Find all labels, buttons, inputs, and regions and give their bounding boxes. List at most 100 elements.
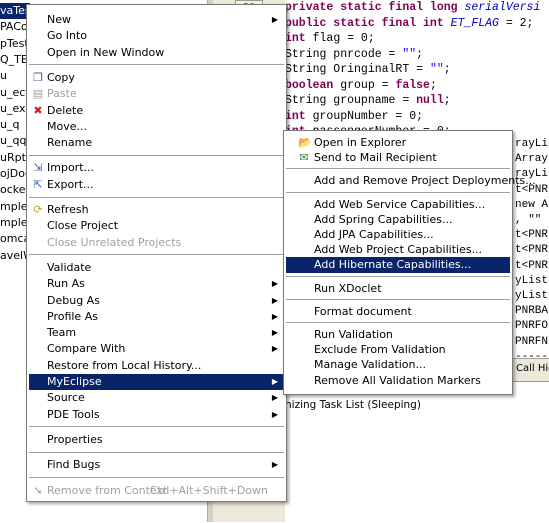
context-menu-item-refresh[interactable]: ⟳ Refresh [29,202,284,218]
code-fragment: PNRFN [515,335,549,348]
code-line: public static final int ET_FLAG = 2; [285,16,534,30]
code-fragment: rayLi [515,138,549,150]
context-menu-item-restore-from-local-history[interactable]: Restore from Local History... [29,358,284,374]
menu-item-label: Add Hibernate Capabilities... [314,258,472,272]
menu-item-label: MyEclipse [47,375,102,388]
submenu-item-send-to-mail-recipient[interactable]: ✉ Send to Mail Recipient [286,150,510,166]
menu-item-label: New [47,13,71,26]
context-menu-item-go-into[interactable]: Go Into [29,28,284,44]
remove-context-icon: ➘ [33,483,43,497]
menu-item-label: Open in New Window [47,45,165,59]
menu-item-label: Run As [47,277,85,291]
submenu-item-add-hibernate-capabilities[interactable]: Add Hibernate Capabilities... [286,257,510,274]
tree-item[interactable]: u_q [0,117,19,133]
context-menu-item-profile-as[interactable]: Profile As ▶ [29,309,284,325]
submenu-item-format-document[interactable]: Format document [286,304,510,320]
context-menu-item-source[interactable]: Source ▶ [29,390,284,406]
submenu-item-manage-validation[interactable]: Manage Validation... [286,357,510,373]
code-line: String OringinalRT = ""; [285,63,451,76]
menu-separator [286,191,510,194]
tree-item[interactable]: pTest [0,36,29,52]
context-menu-item-rename[interactable]: Rename [29,135,284,151]
context-menu-item-move[interactable]: Move... [29,119,284,135]
folder-icon: 📂 [298,136,312,149]
submenu-item-run-validation[interactable]: Run Validation [286,327,510,343]
submenu-item-remove-all-validation-markers[interactable]: Remove All Validation Markers [286,373,510,389]
context-menu-item-team[interactable]: Team ▶ [29,325,284,341]
tree-item[interactable]: uRpt [0,150,26,166]
submenu-arrow-icon: ▶ [271,295,278,305]
menu-item-accelerator: Ctrl+Alt+Shift+Down [149,483,268,497]
context-menu-item-compare-with[interactable]: Compare With ▶ [29,341,284,357]
task-status-text: nizing Task List (Sleeping) [285,399,421,411]
submenu-item-add-jpa-capabilities[interactable]: Add JPA Capabilities... [286,227,510,243]
code-fragment: PNRFO [515,320,549,333]
context-menu-item-debug-as[interactable]: Debug As ▶ [29,293,284,309]
menu-item-label: Add JPA Capabilities... [314,228,434,241]
menu-separator [29,154,284,157]
refresh-icon: ⟳ [33,203,43,216]
context-menu-item-close-project[interactable]: Close Project [29,218,284,234]
context-menu-item-run-as[interactable]: Run As ▶ [29,276,284,292]
context-menu-item-pde-tools[interactable]: PDE Tools ▶ [29,407,284,423]
menu-item-label: Open in Explorer [314,136,407,149]
submenu-item-add-and-remove-project-deployments[interactable]: Add and Remove Project Deployments... [286,173,536,189]
menu-separator [286,275,510,278]
context-menu-item-copy[interactable]: ❐ Copy [29,70,284,86]
menu-item-label: Profile As [47,309,98,323]
code-line: private static final long serialVersi [285,1,541,14]
context-menu-item-find-bugs[interactable]: Find Bugs ▶ [29,457,284,473]
menu-item-label: PDE Tools [47,407,100,421]
code-editor-overflow[interactable]: rayLi Array rayLi t<PNR new A, "" t<PNR t<PNR t… [512,130,549,358]
submenu-item-run-xdoclet[interactable]: Run XDoclet [286,281,510,297]
context-menu-item-remove-from-context: ➘ Remove from Context Ctrl+Alt+Shift+Down [29,483,284,499]
menu-item-label: Send to Mail Recipient [314,151,437,165]
context-menu-item-new[interactable]: New ▶ [29,12,284,28]
menu-separator [286,298,510,301]
code-editor[interactable]: private static final long serialVersi pub… [285,0,549,130]
context-menu-item-properties[interactable]: Properties [29,432,284,448]
submenu-item-add-web-service-capabilities[interactable]: Add Web Service Capabilities... [286,197,510,213]
menu-item-label: Find Bugs [47,458,101,472]
submenu-item-open-in-explorer[interactable]: 📂 Open in Explorer [286,135,510,151]
context-menu-item-close-unrelated-projects: Close Unrelated Projects [29,235,284,251]
export-icon: ⇱ [33,177,43,191]
submenu-item-add-spring-capabilities[interactable]: Add Spring Capabilities... [286,212,510,228]
submenu-item-add-web-project-capabilities[interactable]: Add Web Project Capabilities... [286,242,510,258]
submenu-item-exclude-from-validation[interactable]: Exclude From Validation [286,342,510,358]
menu-item-label: Export... [47,177,94,191]
menu-separator [29,426,284,429]
context-menu-item-open-in-new-window[interactable]: Open in New Window [29,45,284,61]
tree-item[interactable]: u_ecf [0,85,29,101]
menu-item-label: Copy [47,70,75,84]
context-menu-item-delete[interactable]: ✖ Delete [29,103,284,119]
context-menu: New ▶ Go Into Open in New Window ❐ Copy ▤ Paste… [26,4,287,502]
code-fragment: yList [515,290,549,302]
submenu-arrow-icon: ▶ [271,409,278,419]
context-menu-item-myeclipse[interactable]: MyEclipse ▶ [29,374,284,390]
menu-item-label: Remove All Validation Markers [314,373,481,387]
tree-item[interactable]: u [0,68,7,84]
context-menu-item-export[interactable]: ⇱ Export... [29,177,284,193]
delete-icon: ✖ [33,103,43,117]
submenu-arrow-icon: ▶ [271,344,278,354]
code-fragment: ----- [515,350,549,358]
menu-item-label: Run Validation [314,328,393,341]
context-menu-item-import[interactable]: ⇲ Import... [29,160,284,176]
submenu-arrow-icon: ▶ [271,377,278,386]
submenu-arrow-icon: ▶ [271,460,278,470]
menu-separator [286,322,510,324]
menu-item-label: Rename [47,136,93,150]
menu-item-label: Refresh [47,203,89,216]
call-hierarchy-tab[interactable]: Call Hie [512,359,549,382]
myeclipse-submenu: 📂 Open in Explorer ✉ Send to Mail Recipient… [283,130,536,395]
menu-item-label: Close Unrelated Projects [47,235,182,249]
code-fragment: new A [515,198,549,211]
menu-item-label: Validate [47,260,92,274]
menu-separator [29,196,284,199]
menu-item-label: Add Web Service Capabilities... [314,197,486,211]
paste-icon: ▤ [32,87,44,101]
submenu-arrow-icon: ▶ [271,279,278,289]
code-fragment: t<PNR [515,229,549,242]
context-menu-item-validate[interactable]: Validate [29,260,284,276]
